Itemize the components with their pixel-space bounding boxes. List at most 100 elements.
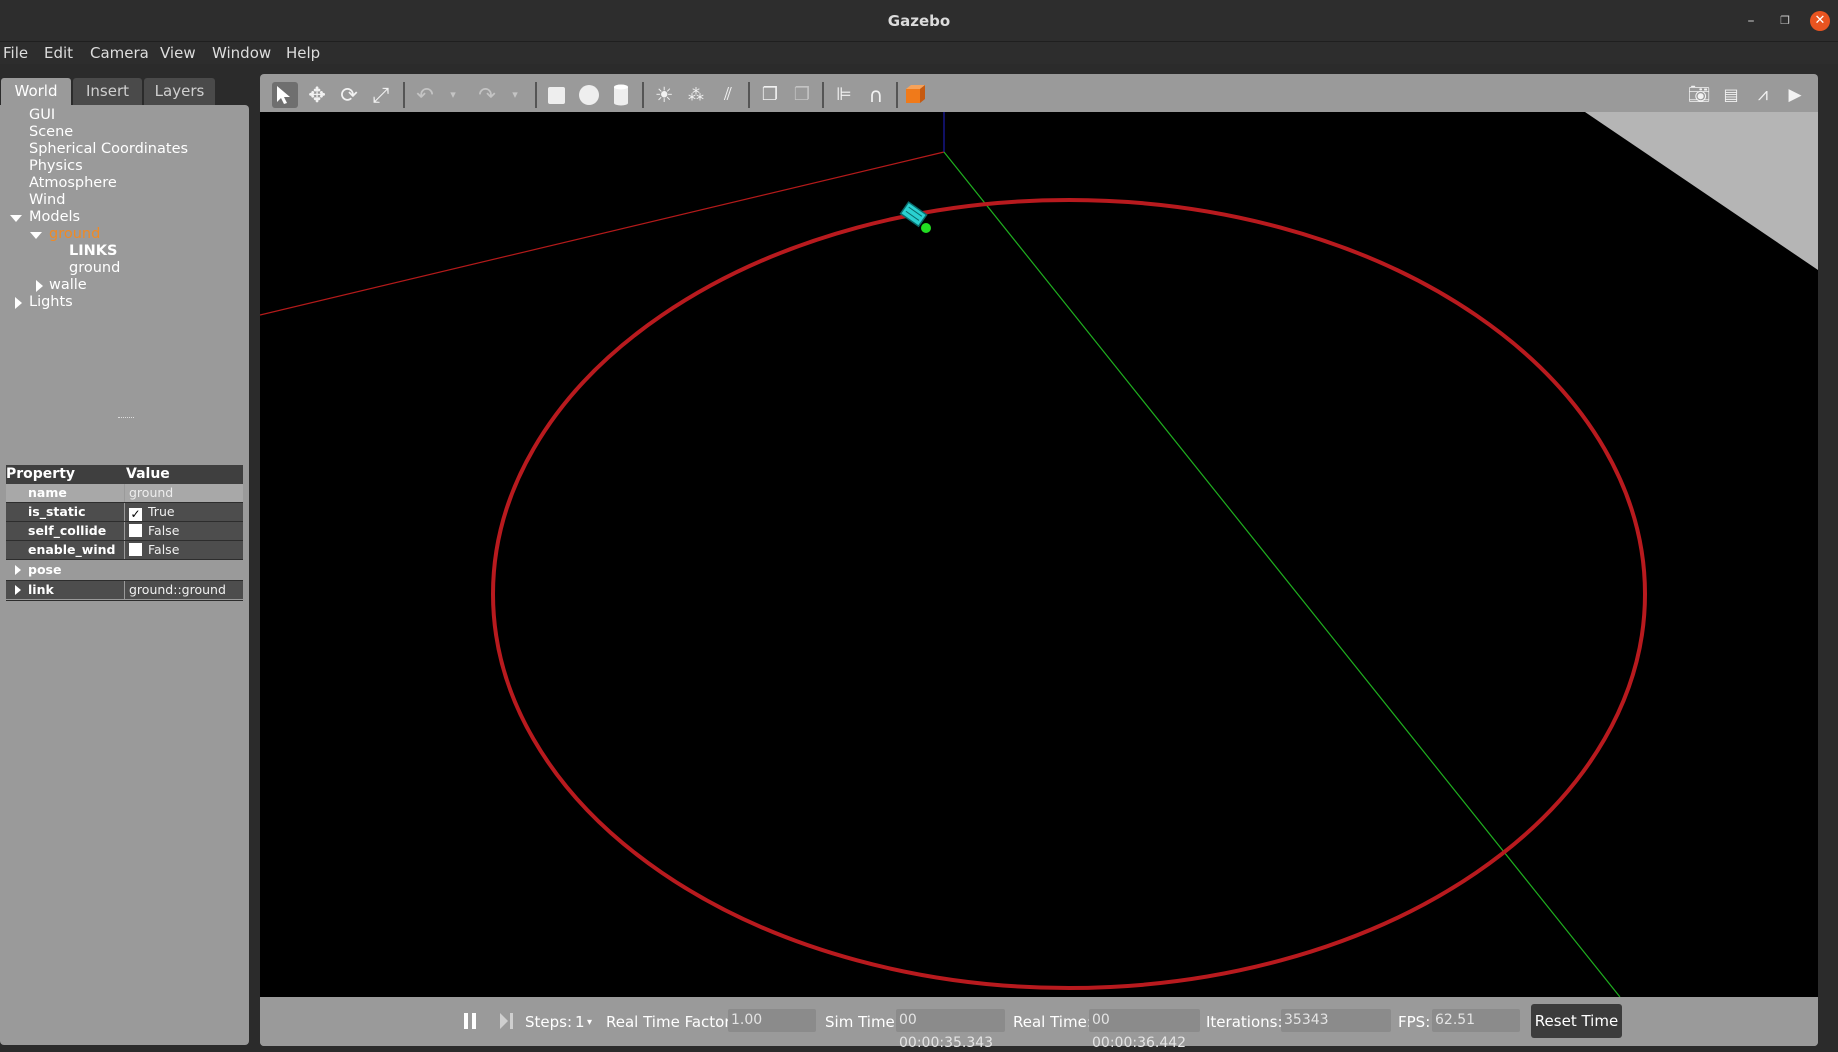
restore-icon[interactable]: ❐ — [1775, 11, 1795, 31]
property-row-name[interactable]: name ground — [6, 484, 243, 503]
splitter-handle[interactable] — [118, 417, 134, 420]
directional-light-icon[interactable]: ⫽ — [715, 82, 741, 108]
properties-table: Property Value name ground is_static ✓ Tr… — [6, 465, 243, 601]
rtf-value: 1.00 — [728, 1009, 816, 1032]
close-icon[interactable]: ✕ — [1810, 11, 1830, 31]
left-panel: World Insert Layers GUI Scene Spherical … — [0, 74, 249, 1046]
scene-canvas — [259, 112, 1818, 998]
scale-icon[interactable]: ⤢ — [368, 82, 394, 108]
sim-time-label: Sim Time: — [825, 1013, 900, 1031]
expand-models-icon[interactable] — [10, 215, 22, 222]
properties-header: Property Value — [6, 465, 243, 484]
property-key: link — [6, 581, 124, 599]
spot-light-icon[interactable]: ⁂ — [683, 82, 709, 108]
tree-item-atmosphere[interactable]: Atmosphere — [29, 175, 117, 191]
tree-item-links-header: LINKS — [69, 243, 118, 259]
tree-item-models[interactable]: Models — [29, 209, 80, 225]
walle-robot[interactable] — [899, 201, 928, 228]
fps-value: 62.51 — [1432, 1009, 1520, 1032]
iterations-value: 35343 — [1281, 1009, 1391, 1032]
screenshot-icon[interactable]: 📷︎ — [1686, 82, 1712, 108]
property-value: ground::ground — [125, 581, 243, 599]
expand-walle-icon[interactable] — [36, 280, 43, 292]
expand-ground-icon[interactable] — [30, 232, 42, 239]
property-row-link[interactable]: link ground::ground — [6, 581, 243, 601]
property-key: self_collide — [6, 522, 124, 540]
checkbox-icon[interactable] — [129, 524, 142, 537]
tree-item-lights[interactable]: Lights — [29, 294, 73, 310]
y-axis-line — [943, 151, 1621, 998]
rotate-icon[interactable]: ⟳ — [336, 82, 362, 108]
pause-icon[interactable] — [462, 1012, 478, 1030]
menu-edit[interactable]: Edit — [44, 44, 73, 62]
reset-time-button[interactable]: Reset Time — [1531, 1004, 1622, 1038]
align-icon[interactable]: ⊫ — [831, 82, 857, 108]
undo-icon[interactable]: ↶ — [412, 82, 438, 108]
checkbox-checked-icon[interactable]: ✓ — [129, 508, 142, 521]
checkbox-icon[interactable] — [129, 543, 142, 556]
steps-dropdown-icon[interactable]: ▾ — [587, 1017, 592, 1028]
3d-viewport[interactable] — [259, 112, 1818, 998]
translate-icon[interactable]: ✥ — [304, 82, 330, 108]
snap-icon[interactable]: ∩ — [863, 82, 889, 108]
paste-icon[interactable]: ❐ — [789, 82, 815, 108]
tree-item-scene[interactable]: Scene — [29, 124, 73, 140]
menu-window[interactable]: Window — [212, 44, 271, 62]
minimize-icon[interactable]: – — [1741, 11, 1761, 31]
menu-view[interactable]: View — [160, 44, 196, 62]
property-value: True — [148, 504, 175, 519]
tab-insert[interactable]: Insert — [73, 78, 142, 105]
tree-item-spherical-coordinates[interactable]: Spherical Coordinates — [29, 141, 188, 157]
real-time-label: Real Time: — [1013, 1013, 1092, 1031]
tab-layers[interactable]: Layers — [144, 78, 215, 105]
real-time-value: 00 00:00:36.442 — [1089, 1009, 1200, 1051]
tree-item-walle[interactable]: walle — [49, 277, 87, 293]
log-icon[interactable]: ▤ — [1718, 82, 1744, 108]
tree-item-gui[interactable]: GUI — [29, 107, 55, 123]
toolbar-separator — [642, 82, 644, 108]
property-value[interactable]: ground — [125, 484, 243, 502]
property-value: False — [148, 542, 180, 557]
sky-corner — [1585, 112, 1818, 270]
tree-item-wind[interactable]: Wind — [29, 192, 65, 208]
toolbar-separator — [896, 82, 898, 108]
tree-item-ground-link[interactable]: ground — [69, 260, 120, 276]
menu-file[interactable]: File — [3, 44, 28, 62]
property-row-enable-wind[interactable]: enable_wind False — [6, 541, 243, 560]
select-icon[interactable] — [272, 82, 298, 108]
redo-dropdown-icon[interactable]: ▾ — [502, 82, 528, 108]
record-video-icon[interactable]: ▶ — [1782, 82, 1808, 108]
tab-world[interactable]: World — [1, 78, 71, 105]
view-angle-icon[interactable] — [902, 82, 928, 108]
bottom-bar: Steps: 1 ▾ Real Time Factor: 1.00 Sim Ti… — [260, 997, 1818, 1051]
redo-icon[interactable]: ↷ — [474, 82, 500, 108]
step-icon[interactable] — [499, 1012, 515, 1030]
toolbar: ✥ ⟳ ⤢ ↶ ▾ ↷ ▾ ☀ ⁂ ⫽ ❐ ❐ ⊫ ∩ 📷︎ ▤ ⩘ ▶ — [262, 76, 1816, 112]
steps-label: Steps: — [525, 1013, 573, 1031]
property-row-is-static[interactable]: is_static ✓ True — [6, 503, 243, 522]
header-property: Property — [6, 466, 76, 482]
menu-help[interactable]: Help — [286, 44, 320, 62]
menu-camera[interactable]: Camera — [90, 44, 149, 62]
toolbar-separator — [403, 82, 405, 108]
iterations-label: Iterations: — [1206, 1013, 1283, 1031]
property-value: False — [148, 523, 180, 538]
expand-lights-icon[interactable] — [15, 297, 22, 309]
property-row-self-collide[interactable]: self_collide False — [6, 522, 243, 541]
undo-dropdown-icon[interactable]: ▾ — [440, 82, 466, 108]
track-ellipse — [491, 198, 1647, 990]
toolbar-separator — [822, 82, 824, 108]
fps-label: FPS: — [1398, 1013, 1431, 1031]
tree-item-physics[interactable]: Physics — [29, 158, 83, 174]
plot-icon[interactable]: ⩘ — [1750, 82, 1776, 108]
cylinder-icon[interactable] — [608, 82, 634, 108]
steps-value[interactable]: 1 — [575, 1013, 585, 1031]
box-icon[interactable] — [544, 82, 570, 108]
copy-icon[interactable]: ❐ — [757, 82, 783, 108]
property-row-pose[interactable]: pose — [6, 561, 243, 581]
expand-link-icon[interactable] — [15, 585, 21, 595]
tree-item-ground[interactable]: ground — [49, 226, 100, 242]
sphere-icon[interactable] — [576, 82, 602, 108]
rtf-label: Real Time Factor: — [606, 1013, 736, 1031]
point-light-icon[interactable]: ☀ — [651, 82, 677, 108]
